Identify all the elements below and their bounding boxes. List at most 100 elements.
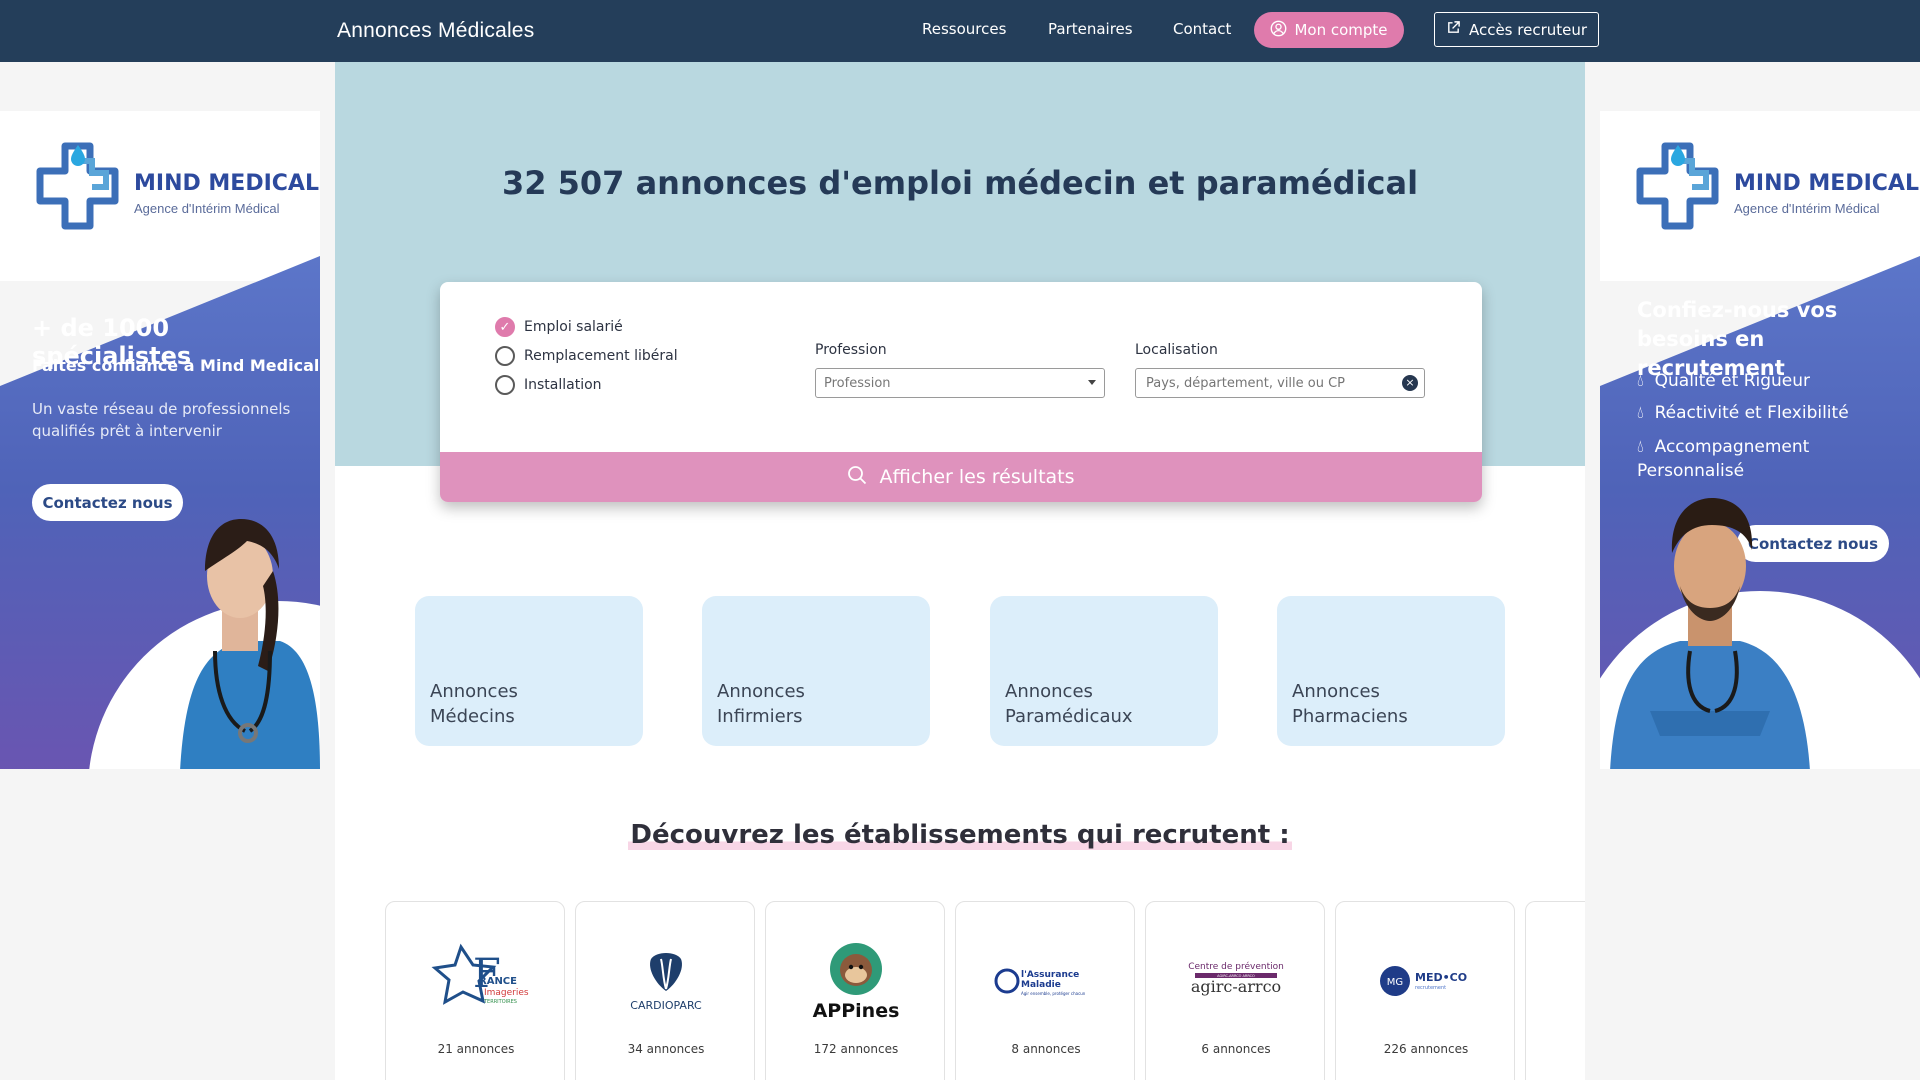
establishment-card[interactable]: MG MED•CO recrutement 226 annonces: [1335, 901, 1515, 1080]
logo-text: recrutement: [1415, 985, 1446, 991]
assurance-maladie-logo: l'Assurance Maladie Agir ensemble, proté…: [956, 937, 1136, 1027]
appines-logo: APPines: [766, 937, 946, 1027]
option-emploi-salarie[interactable]: ✓ Emploi salarié: [495, 317, 623, 337]
checkmark-icon[interactable]: ✓: [495, 317, 515, 337]
nav-link-partners[interactable]: Partenaires: [1048, 20, 1133, 38]
external-link-icon: [1446, 20, 1461, 39]
hero-title: 32 507 annonces d'emploi médecin et para…: [335, 164, 1585, 202]
establishment-card-partial[interactable]: [1525, 901, 1585, 1080]
category-line1: Annonces: [717, 681, 805, 702]
ad-bullet-text: Réactivité et Flexibilité: [1654, 403, 1849, 423]
france-imageries-logo: F RANCE Imageries TERRITOIRES: [386, 937, 566, 1027]
establishment-count: 21 annonces: [437, 1042, 515, 1056]
establishment-card[interactable]: CARDIOPARC 34 annonces: [575, 901, 755, 1080]
nav-link-contact[interactable]: Contact: [1173, 20, 1231, 38]
category-card-infirmiers[interactable]: Annonces Infirmiers: [702, 596, 930, 746]
medco-logo: MG MED•CO recrutement: [1336, 937, 1516, 1027]
show-results-label: Afficher les résultats: [879, 466, 1075, 488]
ad-bullet-text: Accompagnement Personnalisé: [1637, 437, 1810, 481]
hero-title-suffix: d'emploi médecin et paramédical: [807, 164, 1419, 202]
category-line1: Annonces: [1005, 681, 1093, 702]
option-installation[interactable]: Installation: [495, 375, 602, 395]
establishment-count: 226 annonces: [1383, 1042, 1469, 1056]
establishment-count: 6 annonces: [1201, 1042, 1271, 1056]
category-card-medecins[interactable]: Annonces Médecins: [415, 596, 643, 746]
logo-text: CARDIOPARC: [630, 999, 702, 1012]
drop-icon: 💧︎: [1637, 403, 1644, 423]
main-content: 32 507 annonces d'emploi médecin et para…: [335, 62, 1585, 1080]
male-doctor-illustration: [1610, 498, 1810, 769]
category-line2: Paramédicaux: [1005, 706, 1133, 727]
ad-bullet: 💧︎ Réactivité et Flexibilité: [1637, 403, 1849, 423]
logo-text: Imageries: [484, 988, 529, 998]
establishment-card[interactable]: F RANCE Imageries TERRITOIRES 21 annonce…: [385, 901, 565, 1080]
establishment-card[interactable]: Centre de prévention AGIRC-ARRCO ARRCO a…: [1145, 901, 1325, 1080]
show-results-button[interactable]: Afficher les résultats: [440, 452, 1482, 502]
category-line1: Annonces: [1292, 681, 1380, 702]
ad-subheadline: Faites confiance à Mind Medical: [32, 356, 320, 375]
profession-select[interactable]: Profession: [815, 368, 1105, 398]
ad-bullet-text: Qualité et Rigueur: [1654, 371, 1811, 391]
mind-medical-logo-icon: [36, 142, 119, 230]
radio-empty-icon[interactable]: [495, 346, 515, 366]
logo-text: agirc-arrco: [1191, 977, 1281, 996]
establishment-card[interactable]: APPines 172 annonces: [765, 901, 945, 1080]
drop-icon: 💧︎: [1637, 371, 1644, 391]
top-navbar: Annonces Médicales Ressources Partenaire…: [0, 0, 1920, 62]
logo-text: MED•CO: [1415, 971, 1467, 984]
option-label: Installation: [524, 377, 602, 393]
site-logo[interactable]: Annonces Médicales: [337, 19, 534, 43]
ad-banner-right[interactable]: MIND MEDICAL Agence d'Intérim Médical Co…: [1600, 111, 1920, 769]
svg-text:MG: MG: [1387, 977, 1403, 988]
establishment-card[interactable]: l'Assurance Maladie Agir ensemble, proté…: [955, 901, 1135, 1080]
category-line1: Annonces: [430, 681, 518, 702]
profession-label: Profession: [815, 342, 887, 358]
brand-text-2: Médicales: [432, 19, 535, 42]
ad-headline: Confiez-nous vos besoins en recrutement: [1637, 298, 1838, 380]
cardioparc-logo: CARDIOPARC: [576, 937, 756, 1027]
logo-text: Agir ensemble, protéger chacun: [1021, 991, 1086, 996]
mind-medical-logo-icon: [1636, 142, 1719, 230]
logo-text: l'Assurance: [1021, 970, 1079, 980]
search-form: ✓ Emploi salarié Remplacement libéral In…: [440, 282, 1482, 502]
profession-selected-value: Profession: [824, 376, 891, 391]
establishment-count: 172 annonces: [813, 1042, 899, 1056]
location-label: Localisation: [1135, 342, 1218, 358]
ad-brand-subtitle: Agence d'Intérim Médical: [134, 201, 280, 216]
ad-bullet: 💧︎ Accompagnement Personnalisé: [1637, 435, 1857, 483]
radio-empty-icon[interactable]: [495, 375, 515, 395]
category-card-pharmaciens[interactable]: Annonces Pharmaciens: [1277, 596, 1505, 746]
nav-link-resources[interactable]: Ressources: [922, 20, 1006, 38]
establishments-title: Découvrez les établissements qui recrute…: [335, 820, 1585, 850]
ad-bullet: 💧︎ Qualité et Rigueur: [1637, 371, 1810, 391]
recruiter-access-label: Accès recruteur: [1468, 20, 1588, 39]
establishment-count: 34 annonces: [627, 1042, 705, 1056]
listing-count: 32 507 annonces: [501, 164, 808, 202]
category-line2: Pharmaciens: [1292, 706, 1408, 727]
caret-down-icon: [1088, 380, 1096, 385]
clear-icon[interactable]: ×: [1402, 375, 1418, 391]
my-account-label: Mon compte: [1294, 21, 1388, 39]
location-input[interactable]: [1135, 368, 1425, 398]
female-nurse-illustration: [180, 519, 320, 769]
category-line2: Infirmiers: [717, 706, 803, 727]
option-label: Remplacement libéral: [524, 348, 678, 364]
logo-text: RANCE: [479, 976, 517, 987]
option-label: Emploi salarié: [524, 319, 623, 335]
search-icon: [847, 465, 867, 490]
drop-icon: 💧︎: [1637, 437, 1644, 457]
agirc-arrco-logo: Centre de prévention AGIRC-ARRCO ARRCO a…: [1146, 937, 1326, 1027]
my-account-button[interactable]: Mon compte: [1254, 12, 1404, 48]
brand-text-1: Annonces: [337, 19, 433, 42]
recruiter-access-button[interactable]: Accès recruteur: [1434, 12, 1599, 47]
ad-banner-left[interactable]: MIND MEDICAL Agence d'Intérim Médical + …: [0, 111, 320, 769]
ad-body-text: Un vaste réseau de professionnels qualif…: [32, 400, 291, 440]
category-card-paramedicaux[interactable]: Annonces Paramédicaux: [990, 596, 1218, 746]
logo-text: TERRITOIRES: [483, 999, 517, 1005]
user-circle-icon: [1270, 20, 1287, 41]
establishments-title-text: Découvrez les établissements qui recrute…: [628, 820, 1292, 850]
ad-brand-subtitle: Agence d'Intérim Médical: [1734, 201, 1880, 216]
ad-brand-name: MIND MEDICAL: [1734, 171, 1919, 196]
option-remplacement-liberal[interactable]: Remplacement libéral: [495, 346, 678, 366]
logo-text: Maladie: [1021, 980, 1061, 990]
